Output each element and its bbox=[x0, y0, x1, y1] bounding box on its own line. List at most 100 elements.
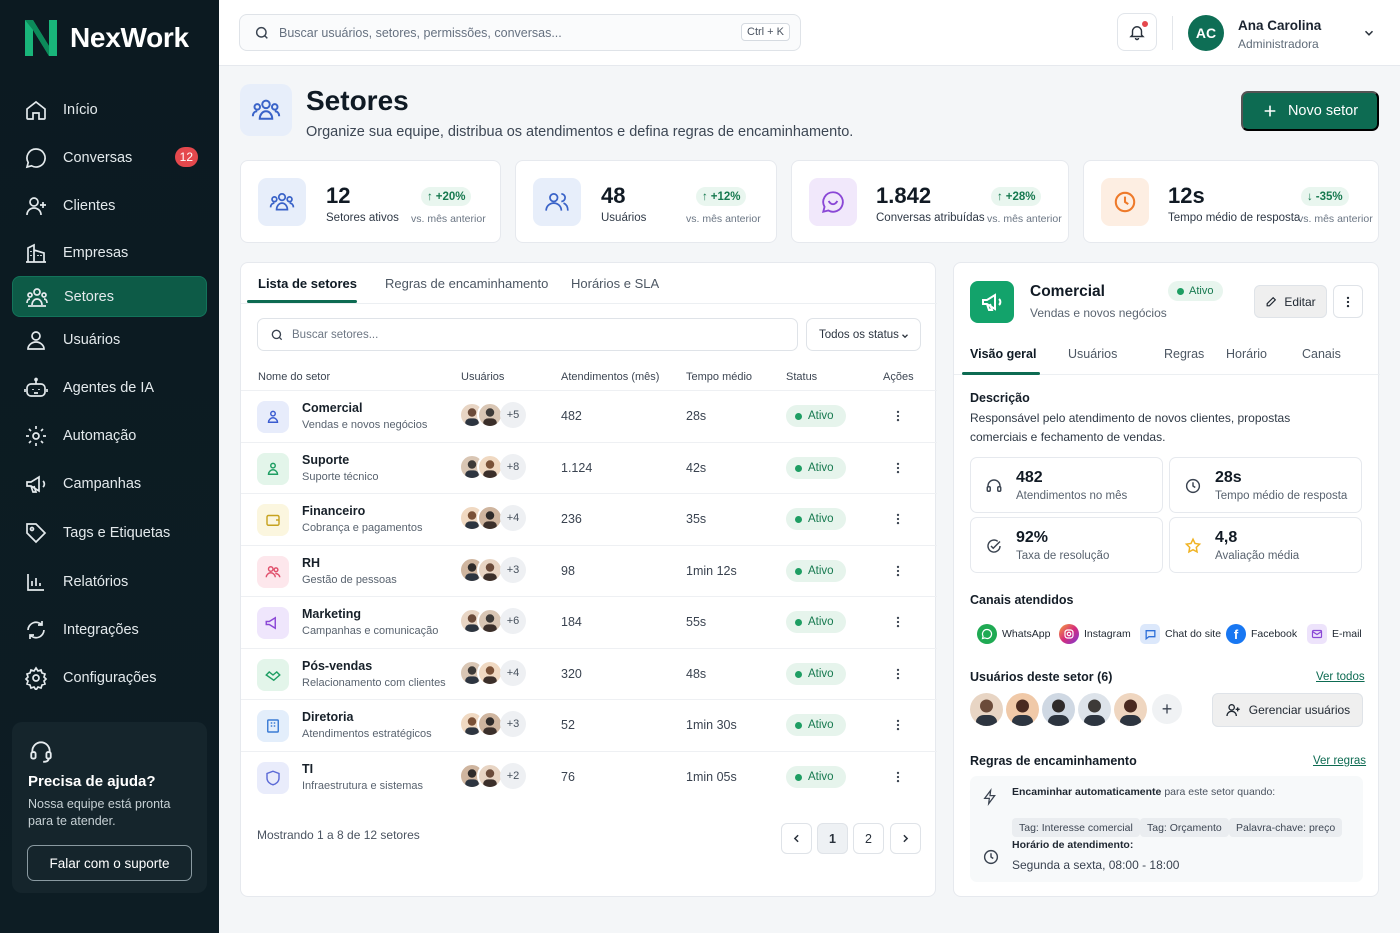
stat-card-sectors: 12 Setores ativos ↑ +20% vs. mês anterior bbox=[240, 160, 501, 243]
megaphone-icon bbox=[265, 616, 276, 630]
attendance-count: 1.124 bbox=[561, 460, 593, 475]
star-icon bbox=[1184, 537, 1202, 554]
status-badge: Ativo bbox=[786, 405, 846, 427]
nav-item-automacao[interactable]: Automação bbox=[12, 415, 207, 456]
see-rules-link[interactable]: Ver regras bbox=[1313, 755, 1366, 767]
tab-routing-rules[interactable]: Regras de encaminhamento bbox=[385, 276, 548, 291]
sector-search-input[interactable]: Buscar setores... bbox=[257, 318, 798, 351]
nav-item-tags[interactable]: Tags e Etiquetas bbox=[12, 512, 207, 553]
nav-item-inicio[interactable]: Início bbox=[12, 89, 207, 130]
tab-channels[interactable]: Canais bbox=[1302, 347, 1341, 361]
column-header-status[interactable]: Status bbox=[786, 371, 817, 383]
nav-item-relatorios[interactable]: Relatórios bbox=[12, 561, 207, 602]
nav-label: Configurações bbox=[63, 669, 157, 686]
support-button[interactable]: Falar com o suporte bbox=[27, 845, 192, 881]
whatsapp-icon bbox=[977, 624, 997, 644]
avatar[interactable] bbox=[1042, 693, 1075, 726]
sector-detail-icon bbox=[970, 281, 1014, 323]
average-time: 1min 30s bbox=[686, 718, 737, 732]
more-vertical-icon[interactable] bbox=[891, 562, 905, 580]
more-vertical-icon[interactable] bbox=[891, 407, 905, 425]
notifications-button[interactable] bbox=[1117, 13, 1157, 51]
prev-page-button[interactable] bbox=[781, 823, 812, 854]
sector-more-button[interactable] bbox=[1333, 285, 1363, 318]
user-avatar[interactable]: AC bbox=[1188, 15, 1224, 51]
manage-users-button[interactable]: Gerenciar usuários bbox=[1212, 693, 1363, 727]
nav-item-integracoes[interactable]: Integrações bbox=[12, 609, 207, 650]
nav-label: Campanhas bbox=[63, 475, 142, 492]
status-filter-select[interactable]: Todos os status bbox=[806, 318, 921, 351]
nav-item-empresas[interactable]: Empresas bbox=[12, 232, 207, 273]
table-row[interactable]: Financeiro Cobrança e pagamentos +4 236 … bbox=[241, 493, 937, 544]
next-page-button[interactable] bbox=[890, 823, 921, 854]
nav-item-conversas[interactable]: Conversas 12 bbox=[12, 137, 207, 178]
more-vertical-icon[interactable] bbox=[891, 459, 905, 477]
tab-hours-sla[interactable]: Horários e SLA bbox=[571, 276, 659, 291]
sector-name[interactable]: RH bbox=[302, 556, 320, 570]
more-vertical-icon[interactable] bbox=[891, 716, 905, 734]
column-header-users[interactable]: Usuários bbox=[461, 371, 504, 383]
user-name[interactable]: Ana Carolina bbox=[1238, 18, 1321, 33]
add-user-button[interactable]: + bbox=[1152, 694, 1182, 724]
stat-compare: vs. mês anterior bbox=[1298, 213, 1373, 225]
avatar[interactable] bbox=[970, 693, 1003, 726]
sector-name[interactable]: Comercial bbox=[302, 401, 362, 415]
nav-item-campanhas[interactable]: Campanhas bbox=[12, 463, 207, 504]
more-vertical-icon[interactable] bbox=[891, 665, 905, 683]
table-row[interactable]: Comercial Vendas e novos negócios +5 482… bbox=[241, 390, 937, 441]
tab-users[interactable]: Usuários bbox=[1068, 347, 1117, 361]
more-vertical-icon[interactable] bbox=[891, 768, 905, 786]
table-row[interactable]: Diretoria Atendimentos estratégicos +3 5… bbox=[241, 699, 937, 750]
more-vertical-icon[interactable] bbox=[891, 613, 905, 631]
nav-item-clientes[interactable]: Clientes bbox=[12, 185, 207, 226]
edit-label: Editar bbox=[1284, 294, 1316, 309]
channel-label: E-mail bbox=[1332, 628, 1362, 640]
sector-name[interactable]: Financeiro bbox=[302, 504, 365, 518]
sector-name[interactable]: Diretoria bbox=[302, 710, 353, 724]
sector-description: Campanhas e comunicação bbox=[302, 625, 439, 637]
table-row[interactable]: Suporte Suporte técnico +8 1.124 42s Ati… bbox=[241, 441, 937, 493]
nav-item-usuarios[interactable]: Usuários bbox=[12, 319, 207, 360]
column-header-attendances[interactable]: Atendimentos (mês) bbox=[561, 371, 659, 383]
table-row[interactable]: TI Infraestrutura e sistemas +2 76 1min … bbox=[241, 750, 937, 802]
sector-name[interactable]: Suporte bbox=[302, 453, 349, 467]
table-row[interactable]: RH Gestão de pessoas +3 98 1min 12s Ativ… bbox=[241, 544, 937, 596]
global-search-input[interactable]: Buscar usuários, setores, permissões, co… bbox=[239, 14, 801, 51]
chevron-down-icon[interactable] bbox=[1362, 26, 1376, 40]
page-button-1[interactable]: 1 bbox=[817, 823, 848, 854]
new-sector-button[interactable]: Novo setor bbox=[1241, 91, 1379, 131]
sector-icon bbox=[257, 607, 289, 639]
metric-rating: 4,8 Avaliação média bbox=[1169, 517, 1362, 573]
table-row[interactable]: Marketing Campanhas e comunicação +6 184… bbox=[241, 596, 937, 647]
tab-rules[interactable]: Regras bbox=[1164, 347, 1204, 361]
app-name: NexWork bbox=[70, 22, 189, 53]
channel-label: Facebook bbox=[1251, 628, 1298, 640]
help-card: Precisa de ajuda? Nossa equipe está pron… bbox=[12, 722, 207, 893]
nav-item-agentes-ia[interactable]: Agentes de IA bbox=[12, 367, 207, 408]
page-button-2[interactable]: 2 bbox=[853, 823, 884, 854]
avatar[interactable] bbox=[1114, 693, 1147, 726]
sector-name[interactable]: Pós-vendas bbox=[302, 659, 372, 673]
sector-detail-title: Comercial bbox=[1030, 283, 1105, 300]
stat-value: 48 bbox=[601, 183, 626, 208]
see-all-users-link[interactable]: Ver todos bbox=[1316, 671, 1365, 683]
tab-sector-list[interactable]: Lista de setores bbox=[258, 276, 357, 291]
nav-item-configuracoes[interactable]: Configurações bbox=[12, 657, 207, 698]
status-badge: Ativo bbox=[786, 508, 846, 530]
more-vertical-icon[interactable] bbox=[891, 510, 905, 528]
edit-sector-button[interactable]: Editar bbox=[1254, 285, 1327, 318]
logo[interactable]: NexWork bbox=[22, 18, 189, 58]
sector-description: Suporte técnico bbox=[302, 470, 379, 483]
metric-value: 92% bbox=[1016, 529, 1049, 546]
tab-hours[interactable]: Horário bbox=[1226, 347, 1267, 361]
sector-name[interactable]: TI bbox=[302, 762, 313, 776]
column-header-name[interactable]: Nome do setor bbox=[258, 371, 330, 383]
nav-item-setores[interactable]: Setores bbox=[12, 276, 207, 317]
avatar[interactable] bbox=[1006, 693, 1039, 726]
instagram-icon bbox=[1059, 624, 1079, 644]
sector-name[interactable]: Marketing bbox=[302, 607, 361, 621]
column-header-avg-time[interactable]: Tempo médio bbox=[686, 371, 752, 383]
tab-overview[interactable]: Visão geral bbox=[970, 347, 1036, 361]
table-row[interactable]: Pós-vendas Relacionamento com clientes +… bbox=[241, 647, 937, 699]
avatar[interactable] bbox=[1078, 693, 1111, 726]
